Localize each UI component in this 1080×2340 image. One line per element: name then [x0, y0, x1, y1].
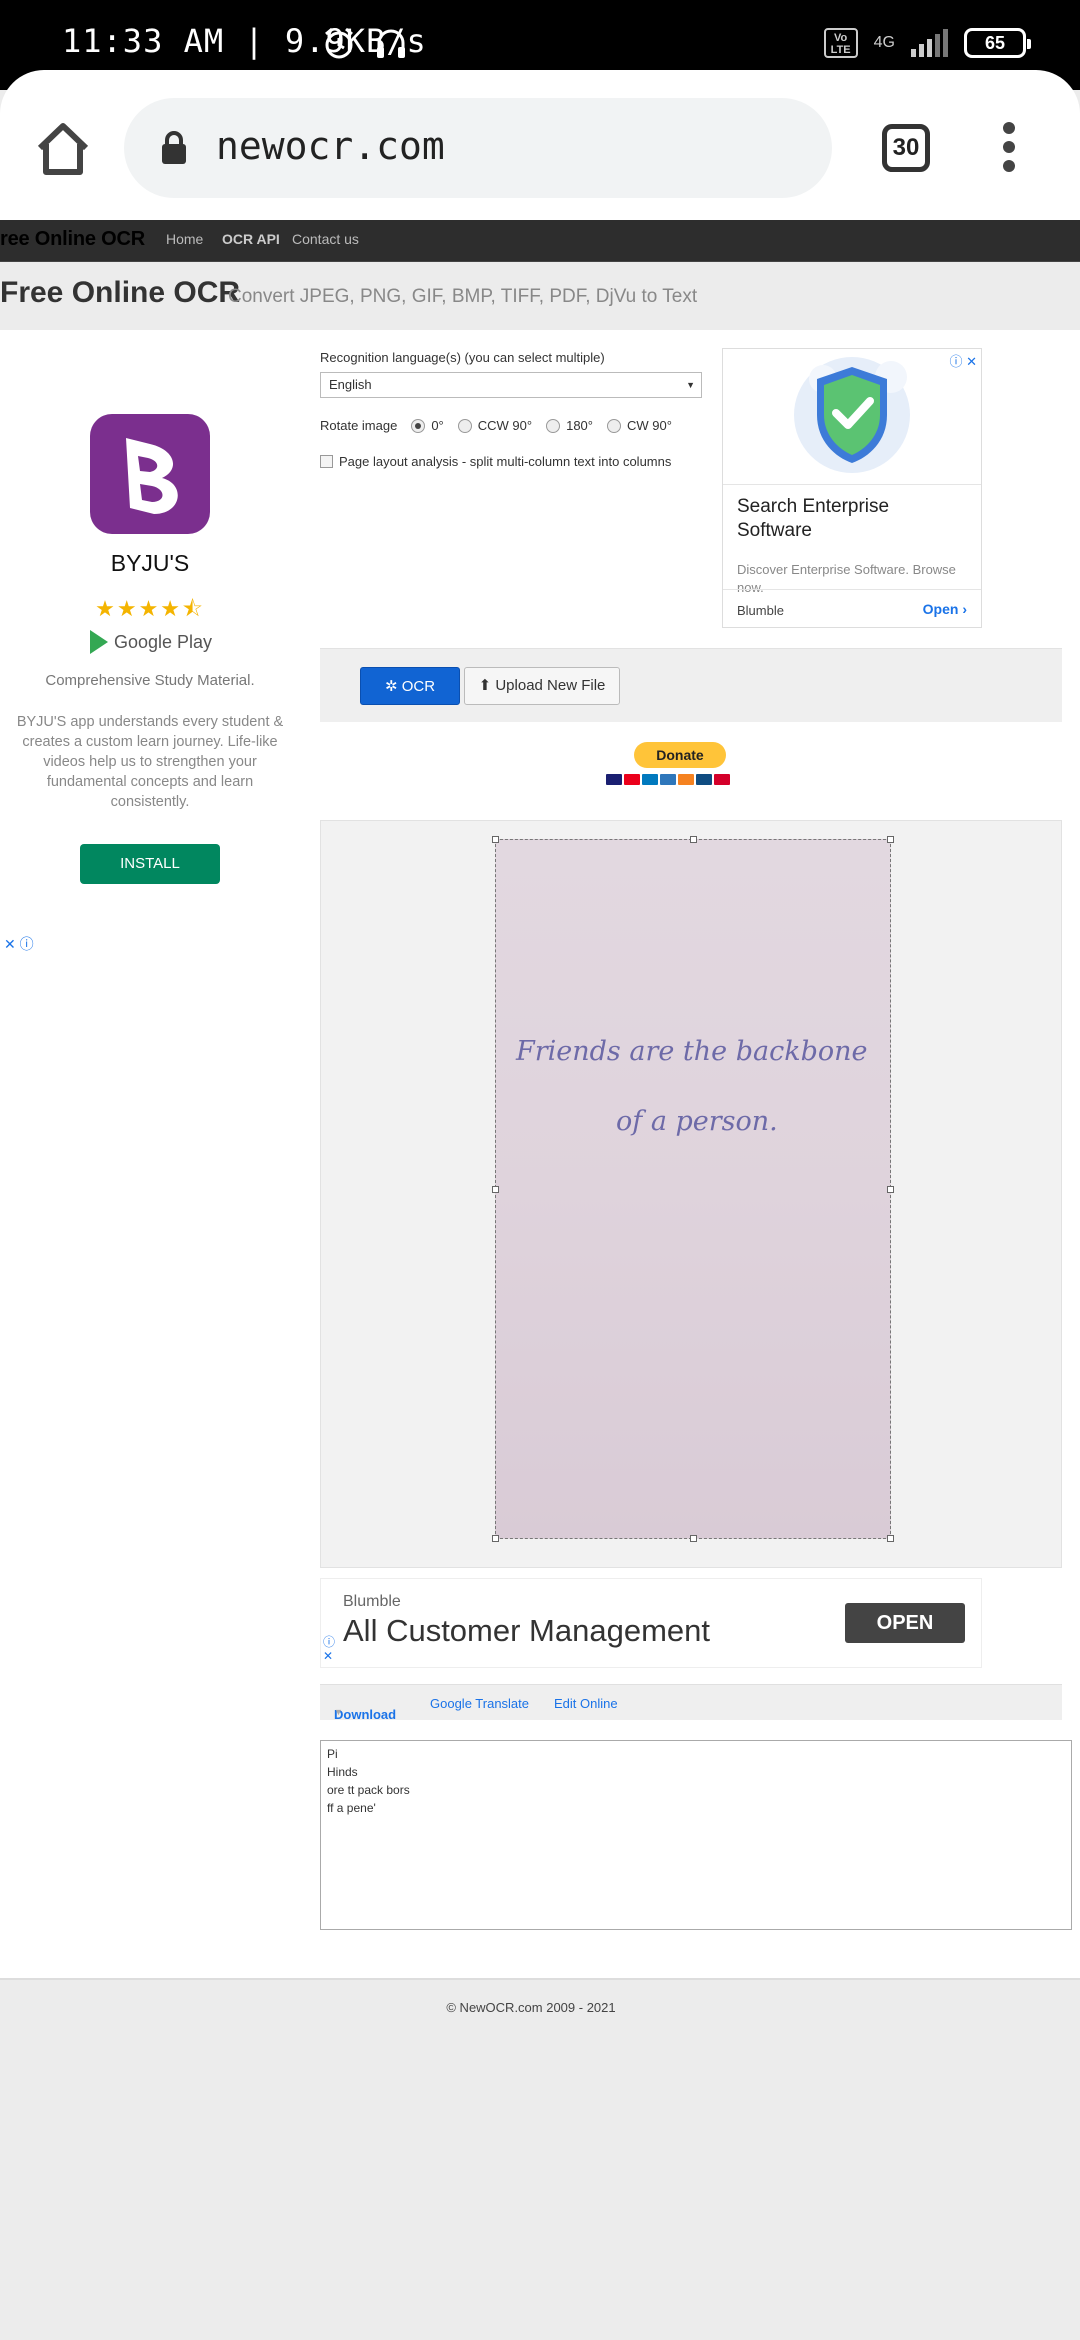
rotate-0-label: 0°	[431, 418, 444, 433]
rating-stars: ★★★★⯪	[95, 596, 205, 621]
gear-icon: ✲	[384, 678, 398, 695]
result-toolbar: Download ▼ Google Translate Edit Online	[320, 1684, 1062, 1722]
google-play-icon	[90, 630, 108, 654]
ad-image	[723, 349, 981, 485]
overflow-menu-icon[interactable]	[1000, 122, 1018, 172]
image-preview: Friends are the backbone of a person.	[320, 820, 1062, 1568]
battery-icon: 65	[964, 28, 1031, 58]
page-header: Free Online OCR Convert JPEG, PNG, GIF, …	[0, 262, 1080, 330]
app-name[interactable]: BYJU'S	[0, 550, 300, 577]
url-text: newocr.com	[216, 124, 445, 168]
upload-new-file-button[interactable]: ⬆ Upload New File	[464, 667, 620, 705]
browser-toolbar: newocr.com 30	[0, 70, 1080, 220]
nav-home-link[interactable]: Home	[166, 231, 203, 247]
rotate-label: Rotate image	[320, 418, 398, 433]
nav-ocr-api-link[interactable]: OCR API	[222, 231, 280, 247]
result-line: ore tt pack bors	[327, 1783, 410, 1797]
ad-headline: Search Enterprise Software	[737, 496, 890, 541]
app-tagline: Comprehensive Study Material.	[45, 672, 255, 689]
nav-contact-link[interactable]: Contact us	[292, 231, 359, 247]
lock-icon	[162, 131, 186, 164]
layout-analysis-option: Page layout analysis - split multi-colum…	[320, 454, 671, 469]
network-type: 4G	[873, 34, 895, 51]
ad-open-link[interactable]: Open ›	[923, 601, 967, 617]
main-content: BYJU'S ★★★★⯪ Google Play Comprehensive S…	[0, 330, 1080, 1980]
payment-cards	[606, 774, 730, 785]
enterprise-software-ad[interactable]: ⓘ ✕ Search Enterprise Software Discover …	[722, 348, 982, 628]
page-footer: © NewOCR.com 2009 - 2021	[0, 1978, 1080, 2340]
volte-badge: Vo LTE	[823, 28, 858, 58]
rotate-180-radio[interactable]	[546, 418, 561, 433]
rotate-180-label: 180°	[566, 418, 593, 433]
upload-icon: ⬆	[478, 677, 492, 694]
chevron-down-icon: ▼	[686, 380, 695, 390]
status-right: Vo LTE 4G 65	[823, 28, 1031, 58]
result-line: ff a pene'	[327, 1801, 376, 1815]
rotate-cw90-label: CW 90°	[626, 418, 672, 433]
handwriting-line-1: Friends are the backbone	[516, 1036, 868, 1067]
layout-analysis-checkbox[interactable]	[320, 455, 333, 468]
ad-open-button[interactable]: OPEN	[845, 1603, 965, 1643]
copyright: © NewOCR.com 2009 - 2021	[446, 2000, 616, 2015]
store-label: Google Play	[114, 631, 213, 652]
language-value: English	[329, 377, 372, 392]
ad-footer: Blumble Open ›	[723, 589, 981, 629]
signal-icon	[911, 29, 948, 57]
rotate-ccw90-label: CCW 90°	[477, 418, 533, 433]
ad-advertiser: Blumble	[737, 603, 784, 618]
app-logo[interactable]	[90, 414, 210, 534]
app-description: BYJU'S app understands every student & c…	[16, 714, 284, 810]
status-icons	[322, 26, 408, 60]
rotate-ccw90-radio[interactable]	[457, 418, 472, 433]
crop-handle[interactable]	[887, 1186, 894, 1193]
google-play-badge: Google Play	[90, 630, 212, 654]
tab-switcher-button[interactable]: 30	[882, 124, 930, 172]
uploaded-image[interactable]: Friends are the backbone of a person.	[492, 836, 894, 1542]
ad-close-icon[interactable]: ✕ ⓘ	[4, 934, 34, 954]
handwriting-line-2: of a person.	[616, 1106, 778, 1137]
language-select[interactable]: English ▼	[320, 372, 702, 398]
alarm-icon	[325, 27, 353, 59]
page-subtitle: Convert JPEG, PNG, GIF, BMP, TIFF, PDF, …	[228, 286, 698, 307]
site-brand[interactable]: ree Online OCR	[0, 228, 145, 251]
edit-online-link[interactable]: Edit Online	[554, 1696, 618, 1711]
crop-handle[interactable]	[492, 1186, 499, 1193]
google-translate-link[interactable]: Google Translate	[430, 1696, 529, 1711]
crop-handle[interactable]	[492, 836, 499, 843]
page-title: Free Online OCR	[0, 276, 241, 309]
rotate-cw90-radio[interactable]	[606, 418, 621, 433]
result-line: Hinds	[327, 1765, 358, 1779]
customer-management-ad[interactable]: Blumble All Customer Management OPEN ⓘ ✕	[320, 1578, 982, 1668]
ad-info-close-icon[interactable]: ⓘ ✕	[323, 1635, 335, 1663]
home-icon[interactable]	[34, 120, 92, 178]
ocr-button[interactable]: ✲ OCR	[360, 667, 460, 705]
ad-advertiser: Blumble	[343, 1593, 401, 1610]
rotate-0-radio[interactable]	[411, 418, 426, 433]
layout-analysis-label: Page layout analysis - split multi-colum…	[339, 454, 672, 469]
crop-handle[interactable]	[690, 836, 697, 843]
ocr-result-textarea[interactable]: Pi Hinds ore tt pack bors ff a pene'	[320, 1740, 1072, 1930]
crop-handle[interactable]	[690, 1535, 697, 1542]
crop-handle[interactable]	[492, 1535, 499, 1542]
headphones-icon	[377, 29, 405, 58]
language-label: Recognition language(s) (you can select …	[320, 350, 605, 365]
ad-info-close-icon[interactable]: ⓘ ✕	[949, 351, 977, 370]
chevron-down-icon: ▼	[334, 1707, 343, 1717]
crop-handle[interactable]	[887, 1535, 894, 1542]
ad-headline: All Customer Management	[343, 1613, 710, 1648]
url-bar[interactable]: newocr.com	[124, 98, 832, 198]
result-line: Pi	[327, 1747, 338, 1761]
donate-button[interactable]: Donate	[634, 742, 726, 768]
rotate-options: Rotate image 0° CCW 90° 180° CW 90°	[320, 418, 672, 433]
site-nav: ree Online OCR Home OCR API Contact us	[0, 220, 1080, 262]
action-bar: ✲ OCR ⬆ Upload New File	[320, 648, 1062, 722]
crop-handle[interactable]	[887, 836, 894, 843]
install-button[interactable]: INSTALL	[80, 844, 220, 884]
